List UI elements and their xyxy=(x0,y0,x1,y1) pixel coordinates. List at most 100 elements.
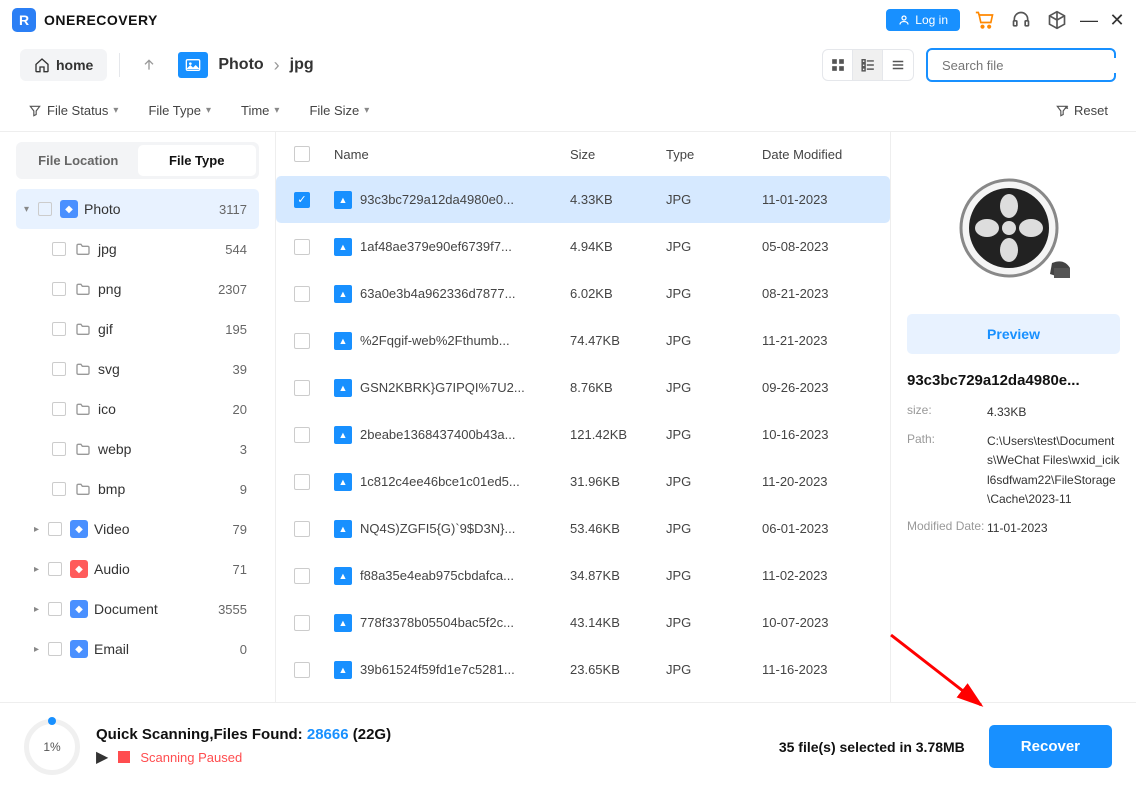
tree-count: 39 xyxy=(233,362,247,377)
table-row[interactable]: ▲1c812c4ee46bce1c01ed5...31.96KBJPG11-20… xyxy=(276,458,890,505)
preview-button[interactable]: Preview xyxy=(907,314,1120,354)
play-button[interactable]: ▶ xyxy=(96,747,108,767)
breadcrumb-current: jpg xyxy=(290,56,314,74)
preview-thumbnail xyxy=(907,148,1120,308)
filter-status[interactable]: File Status ▾ xyxy=(28,103,118,118)
row-checkbox[interactable] xyxy=(294,662,310,678)
table-row[interactable]: ▲1af48ae379e90ef6739f7...4.94KBJPG05-08-… xyxy=(276,223,890,270)
row-checkbox[interactable] xyxy=(294,615,310,631)
tab-file-type[interactable]: File Type xyxy=(138,145,257,176)
up-button[interactable] xyxy=(132,48,166,82)
file-name: 93c3bc729a12da4980e0... xyxy=(360,192,514,207)
filter-type[interactable]: File Type ▾ xyxy=(148,103,211,118)
progress-value: 1% xyxy=(43,740,60,754)
row-checkbox[interactable] xyxy=(294,521,310,537)
file-date: 11-01-2023 xyxy=(762,192,872,207)
sidebar-item-video[interactable]: ▸◆Video79 xyxy=(16,509,259,549)
row-checkbox[interactable] xyxy=(294,568,310,584)
row-checkbox[interactable]: ✓ xyxy=(294,192,310,208)
sidebar-item-email[interactable]: ▸◆Email0 xyxy=(16,629,259,669)
col-date[interactable]: Date Modified xyxy=(762,147,872,162)
folder-icon xyxy=(74,320,92,338)
tree-checkbox[interactable] xyxy=(52,242,66,256)
tree-checkbox[interactable] xyxy=(52,362,66,376)
home-button[interactable]: home xyxy=(20,49,107,81)
row-checkbox[interactable] xyxy=(294,474,310,490)
row-checkbox[interactable] xyxy=(294,333,310,349)
file-date: 11-02-2023 xyxy=(762,568,872,583)
view-list-button[interactable] xyxy=(883,50,913,80)
tree-checkbox[interactable] xyxy=(48,522,62,536)
sidebar-item-photo[interactable]: ▾◆Photo3117 xyxy=(16,189,259,229)
row-checkbox[interactable] xyxy=(294,427,310,443)
chevron-right-icon: › xyxy=(274,55,280,76)
minimize-button[interactable]: — xyxy=(1082,13,1096,27)
sidebar-item-document[interactable]: ▸◆Document3555 xyxy=(16,589,259,629)
file-size: 53.46KB xyxy=(570,521,666,536)
sidebar-item-gif[interactable]: gif195 xyxy=(16,309,259,349)
sidebar-item-webp[interactable]: webp3 xyxy=(16,429,259,469)
sidebar-item-bmp[interactable]: bmp9 xyxy=(16,469,259,509)
tab-file-location[interactable]: File Location xyxy=(19,145,138,176)
image-icon: ▲ xyxy=(334,191,352,209)
cube-icon[interactable] xyxy=(1046,9,1068,31)
file-type: JPG xyxy=(666,568,762,583)
meta-path-label: Path: xyxy=(907,432,987,509)
table-row[interactable]: ▲778f3378b05504bac5f2c...43.14KBJPG10-07… xyxy=(276,599,890,646)
tree-checkbox[interactable] xyxy=(52,322,66,336)
sidebar-item-jpg[interactable]: jpg544 xyxy=(16,229,259,269)
col-size[interactable]: Size xyxy=(570,147,666,162)
view-grid-button[interactable] xyxy=(823,50,853,80)
sidebar-item-ico[interactable]: ico20 xyxy=(16,389,259,429)
tree-checkbox[interactable] xyxy=(38,202,52,216)
select-all-checkbox[interactable] xyxy=(294,146,310,162)
meta-path-value: C:\Users\test\Documents\WeChat Files\wxi… xyxy=(987,432,1120,509)
tree-checkbox[interactable] xyxy=(52,442,66,456)
file-date: 11-21-2023 xyxy=(762,333,872,348)
table-row[interactable]: ▲2beabe1368437400b43a...121.42KBJPG10-16… xyxy=(276,411,890,458)
tree-checkbox[interactable] xyxy=(52,282,66,296)
filter-time[interactable]: Time ▾ xyxy=(241,103,279,118)
reset-button[interactable]: Reset xyxy=(1055,103,1108,118)
folder-icon xyxy=(74,480,92,498)
file-size: 4.33KB xyxy=(570,192,666,207)
meta-date-value: 11-01-2023 xyxy=(987,519,1120,538)
table-row[interactable]: ▲63a0e3b4a962336d7877...6.02KBJPG08-21-2… xyxy=(276,270,890,317)
table-row[interactable]: ▲GSN2KBRK}G7IPQI%7U2...8.76KBJPG09-26-20… xyxy=(276,364,890,411)
table-row[interactable]: ▲NQ4S)ZGFI5{G)`9$D3N}...53.46KBJPG06-01-… xyxy=(276,505,890,552)
recover-button[interactable]: Recover xyxy=(989,725,1112,768)
tree-checkbox[interactable] xyxy=(48,642,62,656)
sidebar-item-audio[interactable]: ▸◆Audio71 xyxy=(16,549,259,589)
tree-label: Photo xyxy=(84,201,219,217)
file-name: NQ4S)ZGFI5{G)`9$D3N}... xyxy=(360,521,515,536)
image-icon: ▲ xyxy=(334,614,352,632)
sidebar-item-svg[interactable]: svg39 xyxy=(16,349,259,389)
headset-icon[interactable] xyxy=(1010,9,1032,31)
filter-size[interactable]: File Size ▾ xyxy=(309,103,369,118)
breadcrumb-root[interactable]: Photo xyxy=(218,56,263,74)
sidebar-item-png[interactable]: png2307 xyxy=(16,269,259,309)
stop-button[interactable] xyxy=(118,751,130,763)
tree-checkbox[interactable] xyxy=(52,482,66,496)
tree-checkbox[interactable] xyxy=(48,602,62,616)
table-row[interactable]: ▲f88a35e4eab975cbdafca...34.87KBJPG11-02… xyxy=(276,552,890,599)
search-box[interactable] xyxy=(926,48,1116,82)
row-checkbox[interactable] xyxy=(294,286,310,302)
col-name[interactable]: Name xyxy=(328,147,570,162)
tree-label: svg xyxy=(98,361,233,377)
search-input[interactable] xyxy=(942,58,1118,73)
table-row[interactable]: ✓▲93c3bc729a12da4980e0...4.33KBJPG11-01-… xyxy=(276,176,890,223)
cart-icon[interactable] xyxy=(974,9,996,31)
caret-icon: ▸ xyxy=(34,524,48,535)
tree-checkbox[interactable] xyxy=(48,562,62,576)
table-row[interactable]: ▲39b61524f59fd1e7c5281...23.65KBJPG11-16… xyxy=(276,646,890,693)
row-checkbox[interactable] xyxy=(294,239,310,255)
table-row[interactable]: ▲%2Fqgif-web%2Fthumb...74.47KBJPG11-21-2… xyxy=(276,317,890,364)
view-detail-button[interactable] xyxy=(853,50,883,80)
row-checkbox[interactable] xyxy=(294,380,310,396)
category-icon: ◆ xyxy=(70,520,88,538)
tree-checkbox[interactable] xyxy=(52,402,66,416)
login-button[interactable]: Log in xyxy=(886,9,960,31)
close-button[interactable]: ✕ xyxy=(1110,13,1124,27)
col-type[interactable]: Type xyxy=(666,147,762,162)
